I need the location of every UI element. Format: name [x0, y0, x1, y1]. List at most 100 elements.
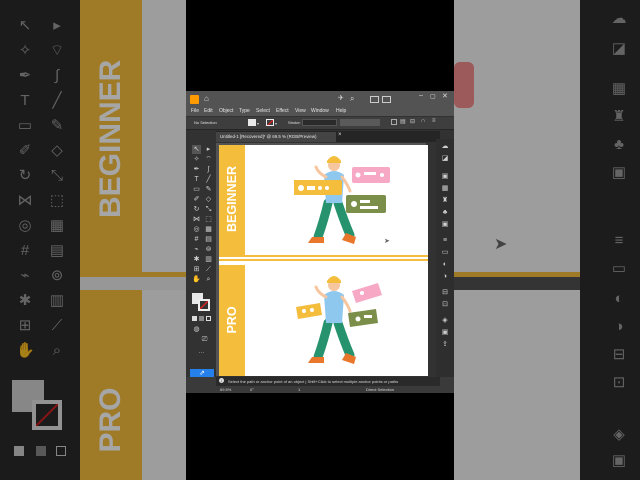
line-tool-icon[interactable]: ╱: [204, 175, 213, 184]
mesh-tool-icon[interactable]: #: [192, 235, 201, 244]
artboard[interactable]: BEGINNER PRO ➤: [219, 145, 428, 376]
style-icon[interactable]: ▤: [400, 118, 406, 125]
pro-label: PRO: [225, 306, 239, 334]
current-tool-status: Direct Selection: [366, 387, 395, 392]
properties-panel-icon[interactable]: ☁: [440, 143, 450, 151]
arrange-documents-icon[interactable]: ✈: [338, 94, 344, 102]
scale-tool-icon[interactable]: ⤡: [204, 205, 213, 214]
close-tab-icon[interactable]: ×: [338, 132, 342, 138]
stroke-dropdown-icon[interactable]: ▾: [275, 121, 277, 126]
align-icon[interactable]: ⊟: [410, 118, 415, 125]
stroke-color-swatch[interactable]: [266, 119, 274, 126]
asset-export-panel-icon[interactable]: ⇪: [440, 341, 450, 349]
menu-window[interactable]: Window: [311, 108, 329, 114]
stroke-panel-icon[interactable]: ≡: [440, 237, 450, 245]
control-bar: No Selection ▾ ▾ Stroke: ▤ ⊟ ∩ ≡: [186, 117, 454, 130]
artboard-tool-icon[interactable]: ⊞: [192, 265, 201, 274]
close-window-icon[interactable]: ✕: [442, 92, 448, 100]
rotate-tool-icon[interactable]: ↻: [192, 205, 201, 214]
slice-tool-icon[interactable]: ⟋: [204, 265, 213, 274]
home-icon[interactable]: ⌂: [204, 94, 209, 103]
none-mode-icon[interactable]: [206, 316, 211, 321]
rectangle-tool-icon[interactable]: ▭: [192, 185, 201, 194]
document-tab[interactable]: Untitled-1 [Recovered]* @ 69.5 % (RGB/Pr…: [216, 132, 336, 142]
column-graph-tool-icon[interactable]: ▥: [204, 255, 213, 264]
menu-file[interactable]: File: [191, 108, 199, 114]
shape-builder-tool-icon[interactable]: ◎: [192, 225, 201, 234]
perspective-grid-tool-icon[interactable]: ▦: [204, 225, 213, 234]
canvas-area[interactable]: BEGINNER PRO ➤: [216, 143, 428, 376]
fill-dropdown-icon[interactable]: ▾: [257, 121, 259, 126]
free-transform-tool-icon[interactable]: ⬚: [204, 215, 213, 224]
menu-edit[interactable]: Edit: [204, 108, 213, 114]
paintbrush-tool-icon[interactable]: ✎: [204, 185, 213, 194]
workspace-icon[interactable]: [370, 96, 379, 103]
stroke-swatch[interactable]: [198, 299, 210, 311]
lasso-tool-icon[interactable]: ⌔: [204, 155, 213, 164]
menu-effect[interactable]: Effect: [276, 108, 289, 114]
menu-select[interactable]: Select: [256, 108, 270, 114]
menu-view[interactable]: View: [295, 108, 306, 114]
hand-tool-icon[interactable]: ✋: [192, 275, 201, 284]
menu-help[interactable]: Help: [336, 108, 346, 114]
curvature-tool-icon[interactable]: ∫: [204, 165, 213, 174]
selection-tool-icon[interactable]: ↖: [192, 145, 201, 154]
graphic-styles-panel-icon[interactable]: ▣: [440, 221, 450, 229]
separator-line-1: [219, 255, 428, 257]
direct-selection-tool-icon[interactable]: ▸: [204, 145, 213, 154]
transform-icon[interactable]: ∩: [421, 118, 425, 124]
right-panel-dock: ☁ ◪ ▣ ▦ ♜ ♣ ▣ ≡ ▭ ◐ ◑ ⊟ ⊡ ◈ ▣ ⇪: [436, 139, 454, 381]
zoom-tool-icon[interactable]: ⌕: [204, 275, 213, 284]
zoom-level[interactable]: 69.5%: [220, 387, 231, 392]
fill-color-swatch[interactable]: [248, 119, 256, 126]
appearance-panel-icon[interactable]: ◑: [440, 273, 450, 281]
menu-more-icon[interactable]: ≡: [432, 118, 436, 124]
selection-status: No Selection: [194, 120, 217, 125]
align-panel-icon[interactable]: ⊟: [440, 289, 450, 297]
gradient-tool-icon[interactable]: ▤: [204, 235, 213, 244]
edit-toolbar-icon[interactable]: ···: [197, 349, 206, 358]
pen-tool-icon[interactable]: ✒: [192, 165, 201, 174]
symbol-sprayer-tool-icon[interactable]: ✱: [192, 255, 201, 264]
swatches-panel-icon[interactable]: ▦: [440, 185, 450, 193]
rotation-angle[interactable]: 0°: [250, 387, 254, 392]
stroke-weight-input[interactable]: [302, 119, 337, 126]
tip-text: Select the path or anchor point of an ob…: [228, 379, 399, 384]
magic-wand-tool-icon[interactable]: ✧: [192, 155, 201, 164]
screen-mode-icon[interactable]: ⎚: [200, 335, 209, 344]
variable-width-profile[interactable]: [340, 119, 380, 126]
maximize-icon[interactable]: ▢: [430, 93, 436, 100]
artboards-panel-icon[interactable]: ▣: [440, 329, 450, 337]
tools-panel: ↖ ▸ ✧ ⌔ ✒ ∫ T ╱ ▭ ✎ ✐ ◇ ↻ ⤡ ⋈ ⬚ ◎ ▦ # ▤ …: [186, 143, 216, 381]
color-panel-icon[interactable]: ▣: [440, 173, 450, 181]
minimize-icon[interactable]: –: [419, 92, 423, 99]
brushes-panel-icon[interactable]: ♜: [440, 197, 450, 205]
color-mode-icon[interactable]: [192, 316, 197, 321]
transparency-panel-icon[interactable]: ◐: [440, 261, 450, 269]
tip-bar: i Select the path or anchor point of an …: [216, 377, 440, 386]
pathfinder-panel-icon[interactable]: ⊡: [440, 301, 450, 309]
illustrator-window: ⌂ ✈ ⌕ – ▢ ✕ File Edit Object Type Select…: [186, 91, 454, 393]
search-icon[interactable]: ⌕: [350, 94, 354, 104]
blend-tool-icon[interactable]: ⊚: [204, 245, 213, 254]
layers-panel-icon[interactable]: ◈: [440, 317, 450, 325]
background-right-panel: ➤ ☁ ◪ ▦ ♜ ♣ ▣ ≡ ▭ ◐ ◑ ⊟ ⊡ ◈ ▣: [454, 0, 640, 480]
width-tool-icon[interactable]: ⋈: [192, 215, 201, 224]
gradient-panel-icon[interactable]: ▭: [440, 249, 450, 257]
layout-icon[interactable]: [382, 96, 391, 103]
symbols-panel-icon[interactable]: ♣: [440, 209, 450, 217]
libraries-panel-icon[interactable]: ◪: [440, 155, 450, 163]
gradient-mode-icon[interactable]: [199, 316, 204, 321]
type-tool-icon[interactable]: T: [192, 175, 201, 184]
shaper-tool-icon[interactable]: ✐: [192, 195, 201, 204]
artboard-number[interactable]: 1: [298, 387, 300, 392]
beginner-illustration: [294, 156, 390, 244]
opacity-icon[interactable]: [391, 119, 397, 125]
eraser-tool-icon[interactable]: ◇: [204, 195, 213, 204]
eyedropper-tool-icon[interactable]: ⌁: [192, 245, 201, 254]
draw-mode-icon[interactable]: ◍: [192, 325, 201, 334]
mouse-cursor-icon: ➤: [384, 238, 390, 245]
menu-object[interactable]: Object: [219, 108, 233, 114]
stroke-label: Stroke:: [288, 120, 301, 125]
menu-type[interactable]: Type: [239, 108, 250, 114]
